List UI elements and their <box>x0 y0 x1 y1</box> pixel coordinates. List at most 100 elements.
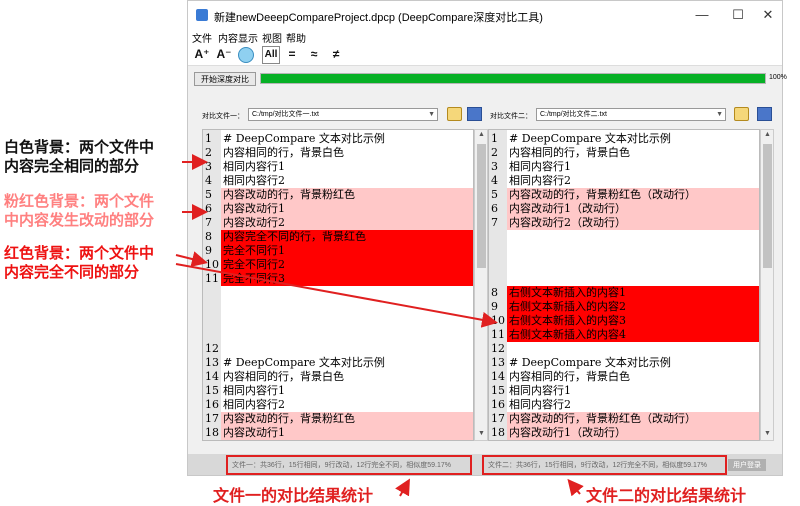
scroll-down-icon[interactable]: ▼ <box>478 430 485 437</box>
show-all-button[interactable]: All <box>262 46 280 64</box>
font-increase-button[interactable]: A⁺ <box>194 46 210 62</box>
left-diff-line[interactable]: 8 内容完全不同的行，背景红色 <box>203 230 473 244</box>
right-diff-line[interactable]: 7 内容改动行2（改动行） <box>489 216 759 230</box>
line-number: 16 <box>205 398 219 411</box>
right-diff-line[interactable]: 2 内容相同的行，背景白色 <box>489 146 759 160</box>
menu-view[interactable]: 视图 <box>262 30 282 45</box>
menu-content-display[interactable]: 内容显示 <box>218 30 258 45</box>
right-diff-line[interactable]: 14 内容相同的行，背景白色 <box>489 370 759 384</box>
line-number: 12 <box>205 342 219 355</box>
left-diff-line[interactable]: 16 相同内容行2 <box>203 398 473 412</box>
file1-folder-icon[interactable] <box>447 107 462 121</box>
show-different-button[interactable]: ≠ <box>328 46 344 62</box>
progress-fill <box>261 74 765 83</box>
scroll-up-icon[interactable]: ▲ <box>478 131 485 138</box>
user-login-button[interactable]: 用户登录 <box>728 459 766 471</box>
left-diff-line[interactable]: 4 相同内容行2 <box>203 174 473 188</box>
maximize-button[interactable]: ☐ <box>724 5 752 25</box>
line-text: 内容改动的行，背景粉红色（改动行） <box>509 412 696 425</box>
right-diff-pane[interactable]: 1 # DeepCompare 文本对比示例 2 内容相同的行，背景白色 3 相同内容行1… <box>488 129 760 441</box>
left-diff-line[interactable]: 15 相同内容行1 <box>203 384 473 398</box>
annotation-file2-stats: 文件二的对比结果统计 <box>586 488 747 505</box>
right-diff-line[interactable]: 3 相同内容行1 <box>489 160 759 174</box>
right-diff-line[interactable]: 18 内容改动行1（改动行） <box>489 426 759 440</box>
line-text: 内容改动的行，背景粉红色 <box>223 188 355 201</box>
right-diff-line[interactable] <box>489 230 759 244</box>
chevron-down-icon: ▼ <box>428 111 435 118</box>
left-diff-line[interactable] <box>203 328 473 342</box>
right-diff-line[interactable]: 15 相同内容行1 <box>489 384 759 398</box>
left-diff-line[interactable]: 6 内容改动行1 <box>203 202 473 216</box>
left-diff-line[interactable]: 7 内容改动行2 <box>203 216 473 230</box>
right-diff-line[interactable]: 11 右侧文本新插入的内容4 <box>489 328 759 342</box>
show-similar-button[interactable]: ≈ <box>306 46 322 62</box>
line-number: 14 <box>491 370 505 383</box>
left-diff-line[interactable]: 18 内容改动行1 <box>203 426 473 440</box>
right-diff-line[interactable] <box>489 244 759 258</box>
right-scrollbar[interactable]: ▲ ▼ <box>760 129 774 441</box>
left-diff-line[interactable]: 14 内容相同的行，背景白色 <box>203 370 473 384</box>
line-number: 10 <box>205 258 219 271</box>
show-equal-button[interactable]: = <box>284 46 300 62</box>
line-number: 6 <box>205 202 212 215</box>
left-diff-line[interactable]: 11 完全不同行3 <box>203 272 473 286</box>
line-number: 15 <box>205 384 219 397</box>
annotation-line: 内容完全不同的部分 <box>4 264 140 281</box>
line-number: 4 <box>491 174 498 187</box>
menu-file[interactable]: 文件 <box>192 30 212 45</box>
file2-path-select[interactable]: C:/tmp/对比文件二.txt ▼ <box>536 108 726 121</box>
left-diff-pane[interactable]: 1 # DeepCompare 文本对比示例 2 内容相同的行，背景白色 3 相同内容行1… <box>202 129 474 441</box>
annotation-line: 中内容发生改动的部分 <box>4 212 155 229</box>
left-diff-line[interactable]: 3 相同内容行1 <box>203 160 473 174</box>
right-diff-line[interactable]: 8 右侧文本新插入的内容1 <box>489 286 759 300</box>
right-diff-line[interactable]: 9 右侧文本新插入的内容2 <box>489 300 759 314</box>
right-diff-line[interactable]: 6 内容改动行1（改动行） <box>489 202 759 216</box>
file2-save-icon[interactable] <box>757 107 772 121</box>
line-number: 17 <box>205 412 219 425</box>
left-diff-line[interactable] <box>203 300 473 314</box>
line-number: 12 <box>491 342 505 355</box>
menu-help[interactable]: 帮助 <box>286 30 306 45</box>
right-diff-line[interactable]: 12 <box>489 342 759 356</box>
left-diff-line[interactable] <box>203 314 473 328</box>
left-scrollbar[interactable]: ▲ ▼ <box>474 129 488 441</box>
start-compare-button[interactable]: 开始深度对比 <box>194 72 256 86</box>
close-button[interactable]: ✕ <box>754 5 782 25</box>
scroll-down-icon[interactable]: ▼ <box>764 430 771 437</box>
right-diff-line[interactable]: 10 右侧文本新插入的内容3 <box>489 314 759 328</box>
line-number: 4 <box>205 174 212 187</box>
line-number: 11 <box>491 328 505 341</box>
right-scroll-thumb[interactable] <box>763 144 772 268</box>
right-diff-line[interactable]: 5 内容改动的行，背景粉红色（改动行） <box>489 188 759 202</box>
font-decrease-button[interactable]: A⁻ <box>216 46 232 62</box>
line-number: 3 <box>205 160 212 173</box>
line-number: 14 <box>205 370 219 383</box>
right-diff-line[interactable]: 1 # DeepCompare 文本对比示例 <box>489 132 759 146</box>
right-diff-line[interactable]: 13 # DeepCompare 文本对比示例 <box>489 356 759 370</box>
settings-icon[interactable] <box>238 47 254 63</box>
left-diff-line[interactable]: 1 # DeepCompare 文本对比示例 <box>203 132 473 146</box>
right-diff-line[interactable]: 4 相同内容行2 <box>489 174 759 188</box>
annotation-file1-stats: 文件一的对比结果统计 <box>213 488 374 505</box>
right-diff-line[interactable]: 16 相同内容行2 <box>489 398 759 412</box>
file2-stats-highlight <box>482 455 727 475</box>
line-text: 内容改动的行，背景粉红色 <box>223 412 355 425</box>
left-diff-line[interactable] <box>203 286 473 300</box>
right-diff-line[interactable] <box>489 272 759 286</box>
left-scroll-thumb[interactable] <box>477 144 486 268</box>
minimize-button[interactable]: — <box>688 5 716 25</box>
left-diff-line[interactable]: 2 内容相同的行，背景白色 <box>203 146 473 160</box>
file1-save-icon[interactable] <box>467 107 482 121</box>
left-diff-line[interactable]: 10 完全不同行2 <box>203 258 473 272</box>
file2-folder-icon[interactable] <box>734 107 749 121</box>
annotation-line: 红色背景：两个文件中 <box>4 245 155 262</box>
left-diff-line[interactable]: 17 内容改动的行，背景粉红色 <box>203 412 473 426</box>
file1-path-select[interactable]: C:/tmp/对比文件一.txt ▼ <box>248 108 438 121</box>
left-diff-line[interactable]: 9 完全不同行1 <box>203 244 473 258</box>
left-diff-line[interactable]: 13 # DeepCompare 文本对比示例 <box>203 356 473 370</box>
left-diff-line[interactable]: 12 <box>203 342 473 356</box>
right-diff-line[interactable] <box>489 258 759 272</box>
scroll-up-icon[interactable]: ▲ <box>764 131 771 138</box>
right-diff-line[interactable]: 17 内容改动的行，背景粉红色（改动行） <box>489 412 759 426</box>
left-diff-line[interactable]: 5 内容改动的行，背景粉红色 <box>203 188 473 202</box>
